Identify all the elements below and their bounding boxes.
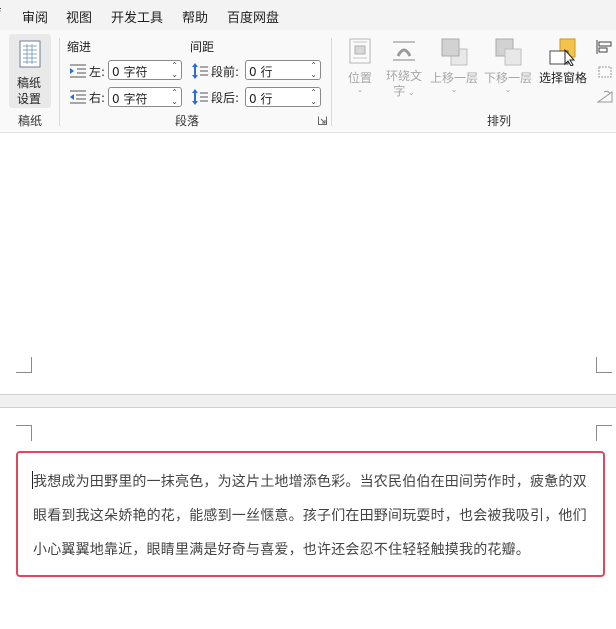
menu-bar: f 审阅 视图 开发工具 帮助 百度网盘 (0, 0, 616, 30)
page-corner-mark (596, 425, 612, 441)
indent-header: 缩进 (67, 40, 92, 54)
manuscript-button-label-2: 设置 (17, 92, 42, 106)
wrap-text-button[interactable]: 环绕文 字 ⌄ (384, 38, 424, 99)
spacing-header: 间距 (190, 40, 215, 54)
document-area[interactable]: 我想成为田野里的一抹亮色，为这片土地增添色彩。当农民伯伯在田间劳作时，疲惫的双 … (0, 133, 616, 629)
page-break-gap (0, 394, 616, 408)
spacing-after-label: 段后: (211, 91, 240, 105)
paragraph-group-label: 段落 (175, 114, 200, 128)
menu-item-view[interactable]: 视图 (66, 7, 92, 26)
left-indent-value: 0 字符 (112, 65, 148, 79)
spinner-arrows-icon[interactable]: ⌃ ⌄ (171, 88, 178, 106)
bring-forward-label: 上移一层 (429, 71, 478, 85)
spacing-before-label: 段前: (211, 65, 240, 79)
selection-pane-button[interactable]: 选择窗格 (537, 38, 589, 86)
position-icon (349, 38, 371, 64)
bring-forward-button[interactable]: 上移一层 ⌄ (429, 38, 479, 94)
spinner-arrows-icon[interactable]: ⌃ ⌄ (310, 61, 317, 79)
arrange-group-label: 排列 (487, 114, 512, 128)
bring-forward-icon (441, 38, 468, 66)
right-indent-icon (70, 90, 86, 104)
dialog-launcher-icon[interactable] (318, 116, 327, 125)
wrap-text-icon (393, 41, 415, 61)
spinner-arrows-icon[interactable]: ⌃ ⌄ (171, 61, 178, 79)
group-objects-icon[interactable] (596, 64, 614, 80)
selection-pane-icon (549, 38, 576, 67)
spacing-before-value: 0 行 (249, 65, 273, 79)
spacing-after-icon (192, 89, 208, 105)
group-divider (331, 38, 332, 126)
menu-item-review[interactable]: 审阅 (22, 7, 48, 26)
left-indent-spinner[interactable]: 0 字符 ⌃ ⌄ (108, 60, 182, 80)
align-icon[interactable] (596, 40, 614, 54)
paragraph-line[interactable]: 我想成为田野里的一抹亮色，为这片土地增添色彩。当农民伯伯在田间劳作时，疲惫的双 (33, 471, 587, 491)
position-label: 位置 (347, 71, 372, 85)
right-indent-label: 右: (89, 91, 106, 105)
wrap-text-label-2: 字 ⌄ (393, 84, 415, 98)
ribbon: 稿纸 设置 稿纸 缩进 间距 左: 0 字符 ⌃ ⌄ 右: 0 字符 ⌃ ⌄ 段前:… (0, 30, 616, 133)
manuscript-paper-icon (19, 40, 41, 68)
left-indent-label: 左: (89, 65, 106, 79)
group-divider (59, 38, 60, 126)
spinner-arrows-icon[interactable]: ⌃ ⌄ (310, 88, 317, 106)
selection-pane-label: 选择窗格 (538, 71, 587, 85)
menu-item-developer[interactable]: 开发工具 (111, 7, 163, 26)
manuscript-button-label-1: 稿纸 (17, 76, 42, 90)
right-indent-value: 0 字符 (112, 92, 148, 106)
page-corner-mark (16, 357, 32, 373)
left-indent-icon (70, 64, 86, 78)
spacing-after-spinner[interactable]: 0 行 ⌃ ⌄ (245, 87, 321, 107)
spacing-before-spinner[interactable]: 0 行 ⌃ ⌄ (245, 60, 321, 80)
menu-item-help[interactable]: 帮助 (182, 7, 208, 26)
chevron-down-icon: ⌄ (356, 85, 364, 94)
chevron-down-icon: ⌄ (405, 88, 415, 97)
spacing-after-value: 0 行 (249, 92, 273, 106)
paragraph-line[interactable]: 小心翼翼地靠近，眼睛里满是好奇与喜爱，也许还会忍不住轻轻触摸我的花瓣。 (33, 539, 530, 559)
send-backward-button[interactable]: 下移一层 ⌄ (483, 38, 533, 94)
paragraph-line[interactable]: 眼看到我这朵娇艳的花，能感到一丝惬意。孩子们在田野间玩耍时，也会被我吸引，他们 (33, 505, 587, 525)
menu-item-partial[interactable]: f (0, 7, 1, 22)
rotate-icon[interactable] (596, 88, 614, 104)
send-backward-icon (495, 38, 522, 66)
spacing-before-icon (192, 63, 208, 79)
menu-item-baidu-netdisk[interactable]: 百度网盘 (227, 7, 279, 26)
chevron-down-icon: ⌄ (504, 85, 512, 94)
text-box[interactable]: 我想成为田野里的一抹亮色，为这片土地增添色彩。当农民伯伯在田间劳作时，疲惫的双 … (16, 451, 605, 577)
position-button[interactable]: 位置 ⌄ (343, 38, 377, 94)
right-indent-spinner[interactable]: 0 字符 ⌃ ⌄ (108, 87, 182, 107)
page-corner-mark (16, 425, 32, 441)
manuscript-group-label: 稿纸 (18, 114, 43, 128)
manuscript-settings-button[interactable]: 稿纸 设置 (9, 34, 51, 108)
page-corner-mark (596, 357, 612, 373)
chevron-down-icon: ⌄ (450, 85, 458, 94)
send-backward-label: 下移一层 (483, 71, 532, 85)
